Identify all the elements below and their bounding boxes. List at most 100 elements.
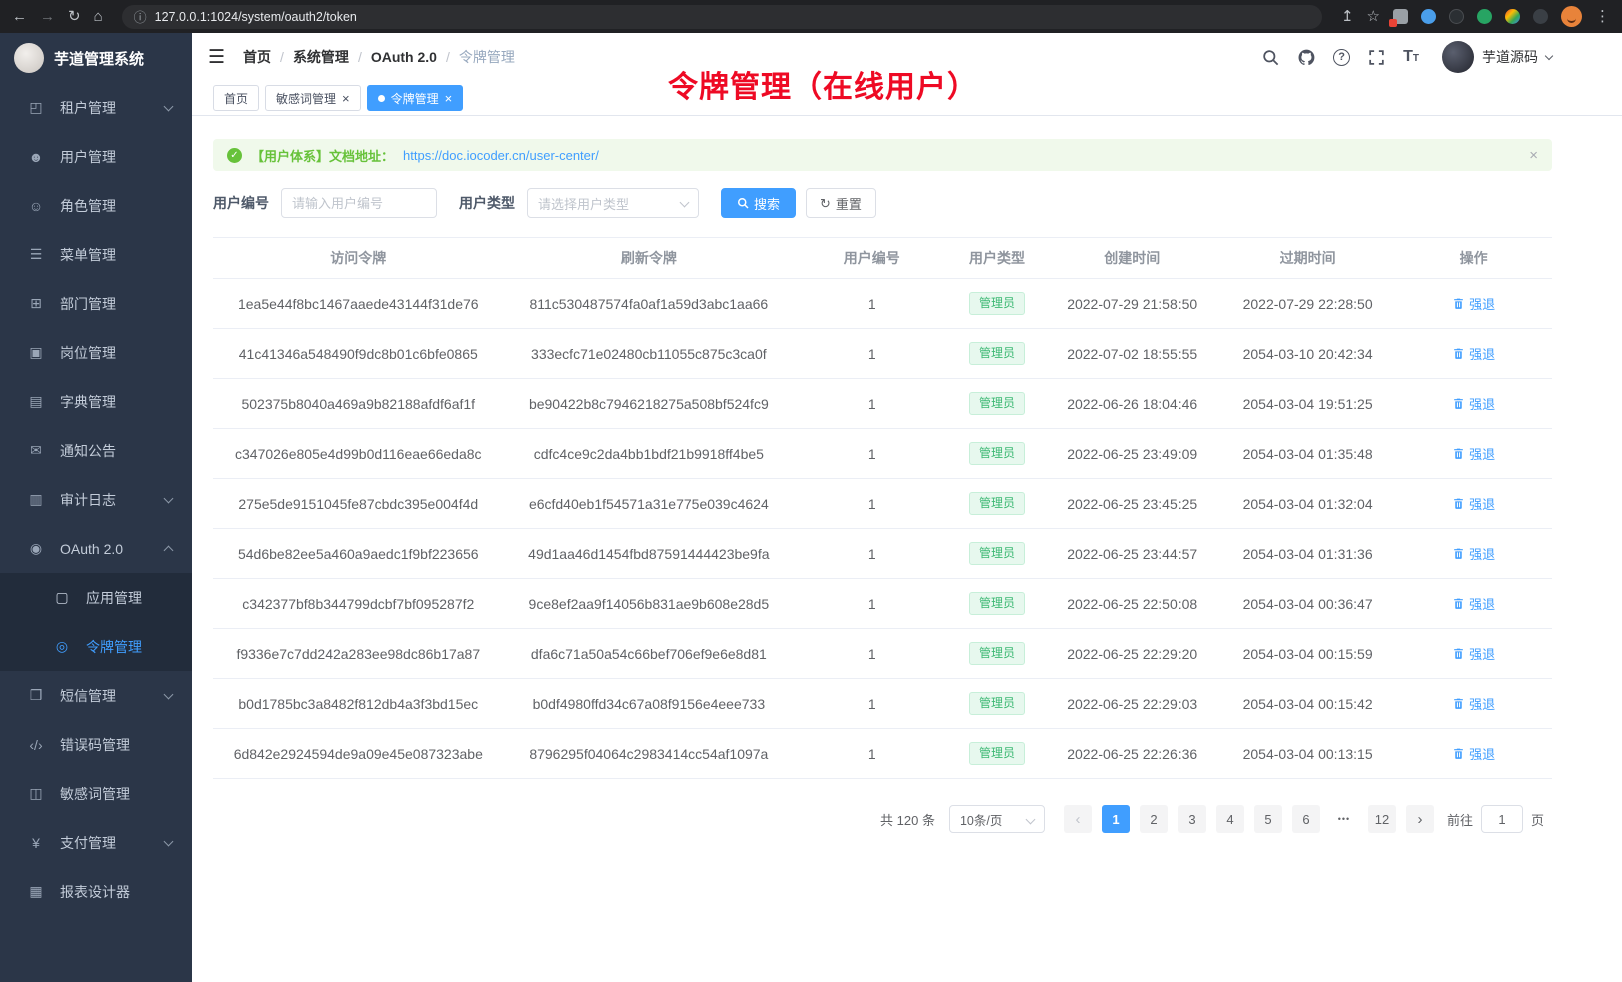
- cell-access-token: c347026e805e4d99b0d116eae66eda8c: [213, 429, 504, 479]
- sidebar-item-errorcode[interactable]: ‹/›错误码管理: [0, 720, 192, 769]
- pagination-ellipsis[interactable]: •••: [1330, 805, 1358, 833]
- force-logout-label: 强退: [1469, 394, 1495, 413]
- back-icon[interactable]: ←: [12, 9, 27, 24]
- column-header: 操作: [1395, 238, 1552, 279]
- page-button-6[interactable]: 6: [1292, 805, 1320, 833]
- doc-alert: ✓ 【用户体系】文档地址： https://doc.iocoder.cn/use…: [213, 139, 1552, 171]
- sidebar-item-tenant[interactable]: ◰租户管理: [0, 83, 192, 132]
- force-logout-link[interactable]: 强退: [1452, 744, 1495, 763]
- prev-page-button[interactable]: ‹: [1064, 805, 1092, 833]
- page-button-1[interactable]: 1: [1102, 805, 1130, 833]
- sidebar-item-audit[interactable]: ▥审计日志: [0, 475, 192, 524]
- user-id-input[interactable]: [281, 188, 437, 218]
- home-icon[interactable]: ⌂: [94, 9, 103, 24]
- page-size-select[interactable]: 10条/页: [949, 805, 1045, 833]
- sidebar-item-menu[interactable]: ☰菜单管理: [0, 230, 192, 279]
- alert-close-icon[interactable]: ×: [1529, 148, 1538, 163]
- breadcrumb-item[interactable]: 系统管理: [293, 47, 349, 67]
- force-logout-link[interactable]: 强退: [1452, 694, 1495, 713]
- doc-link[interactable]: https://doc.iocoder.cn/user-center/: [403, 148, 599, 163]
- hamburger-icon[interactable]: ☰: [208, 46, 225, 69]
- force-logout-link[interactable]: 强退: [1452, 544, 1495, 563]
- sidebar-item-sms[interactable]: ❒短信管理: [0, 671, 192, 720]
- reload-icon[interactable]: ↻: [68, 9, 81, 24]
- extension-icon-4[interactable]: [1477, 9, 1492, 24]
- tab-sensitive-word[interactable]: 敏感词管理×: [265, 85, 361, 111]
- page-button-4[interactable]: 4: [1216, 805, 1244, 833]
- app-logo[interactable]: 芋道管理系统: [0, 33, 192, 83]
- page-button-12[interactable]: 12: [1368, 805, 1396, 833]
- sidebar-item-report[interactable]: ▦报表设计器: [0, 867, 192, 916]
- github-icon[interactable]: [1297, 48, 1316, 67]
- tab-token[interactable]: 令牌管理×: [367, 85, 464, 111]
- force-logout-link[interactable]: 强退: [1452, 394, 1495, 413]
- cell-user-type: 管理员: [949, 529, 1044, 579]
- user-type-select[interactable]: 请选择用户类型: [527, 188, 699, 218]
- sidebar-item-pay[interactable]: ¥支付管理: [0, 818, 192, 867]
- user-avatar: [1442, 41, 1474, 73]
- extension-icon-6[interactable]: [1533, 9, 1548, 24]
- tab-close-icon[interactable]: ×: [342, 92, 350, 105]
- user-type-placeholder: 请选择用户类型: [538, 194, 629, 213]
- browser-profile-avatar[interactable]: [1561, 6, 1582, 27]
- cell-user-id: 1: [794, 479, 949, 529]
- force-logout-link[interactable]: 强退: [1452, 344, 1495, 363]
- extension-icon-2[interactable]: [1421, 9, 1436, 24]
- sidebar-item-token[interactable]: ◎令牌管理: [0, 622, 192, 671]
- force-logout-link[interactable]: 强退: [1452, 444, 1495, 463]
- cell-create-time: 2022-06-25 22:29:20: [1045, 629, 1220, 679]
- address-bar[interactable]: ⓘ 127.0.0.1:1024/system/oauth2/token: [122, 5, 1322, 29]
- search-button[interactable]: 搜索: [721, 188, 796, 218]
- force-logout-link[interactable]: 强退: [1452, 644, 1495, 663]
- refresh-icon: ↻: [820, 197, 831, 210]
- bookmark-star-icon[interactable]: ☆: [1367, 9, 1380, 24]
- force-logout-link[interactable]: 强退: [1452, 494, 1495, 513]
- user-menu[interactable]: 芋道源码: [1442, 41, 1552, 73]
- select-caret-icon: [680, 198, 690, 208]
- sidebar-item-post[interactable]: ▣岗位管理: [0, 328, 192, 377]
- breadcrumb-item[interactable]: OAuth 2.0: [371, 49, 437, 65]
- extension-icon-1[interactable]: [1393, 9, 1408, 24]
- extension-icon-3[interactable]: [1449, 9, 1464, 24]
- tab-close-icon[interactable]: ×: [445, 92, 453, 105]
- sidebar-item-notice[interactable]: ✉通知公告: [0, 426, 192, 475]
- goto-page-input[interactable]: [1481, 805, 1523, 833]
- sidebar-item-dict[interactable]: ▤字典管理: [0, 377, 192, 426]
- sidebar-item-app[interactable]: ▢应用管理: [0, 573, 192, 622]
- extension-icon-5[interactable]: [1505, 9, 1520, 24]
- share-icon[interactable]: ↥: [1341, 9, 1354, 24]
- cell-actions: 强退: [1395, 629, 1552, 679]
- site-info-icon[interactable]: ⓘ: [134, 7, 147, 26]
- sidebar-item-oauth[interactable]: ◉OAuth 2.0: [0, 524, 192, 573]
- search-icon[interactable]: [1261, 48, 1280, 67]
- token-table: 访问令牌刷新令牌用户编号用户类型创建时间过期时间操作 1ea5e44f8bc14…: [213, 237, 1552, 779]
- sidebar-item-dept[interactable]: ⊞部门管理: [0, 279, 192, 328]
- tab-home[interactable]: 首页: [213, 85, 259, 111]
- page-button-3[interactable]: 3: [1178, 805, 1206, 833]
- next-page-button[interactable]: ›: [1406, 805, 1434, 833]
- sidebar-item-label: 审计日志: [60, 490, 165, 510]
- cell-create-time: 2022-06-25 22:50:08: [1045, 579, 1220, 629]
- table-row: 275e5de9151045fe87cbdc395e004f4de6cfd40e…: [213, 479, 1552, 529]
- sidebar-item-user[interactable]: ☻用户管理: [0, 132, 192, 181]
- browser-menu-icon[interactable]: ⋮: [1595, 9, 1610, 24]
- cell-refresh-token: 333ecfc71e02480cb11055c875c3ca0f: [504, 329, 795, 379]
- font-size-icon[interactable]: TT: [1403, 49, 1419, 65]
- reset-button[interactable]: ↻ 重置: [806, 188, 876, 218]
- help-icon[interactable]: ?: [1333, 49, 1350, 66]
- page-button-2[interactable]: 2: [1140, 805, 1168, 833]
- force-logout-label: 强退: [1469, 644, 1495, 663]
- force-logout-link[interactable]: 强退: [1452, 294, 1495, 313]
- page-button-5[interactable]: 5: [1254, 805, 1282, 833]
- force-logout-link[interactable]: 强退: [1452, 594, 1495, 613]
- cell-user-id: 1: [794, 429, 949, 479]
- annotation-text: 令牌管理（在线用户）: [668, 62, 978, 106]
- sidebar-item-sensitiveword[interactable]: ◫敏感词管理: [0, 769, 192, 818]
- fullscreen-icon[interactable]: [1367, 48, 1386, 67]
- breadcrumb-item[interactable]: 首页: [243, 47, 271, 67]
- cell-refresh-token: dfa6c71a50a54c66bef706ef9e6e8d81: [504, 629, 795, 679]
- cell-expire-time: 2054-03-04 01:31:36: [1220, 529, 1395, 579]
- sidebar-item-role[interactable]: ☺角色管理: [0, 181, 192, 230]
- forward-icon[interactable]: →: [40, 9, 55, 24]
- sidebar-item-label: 租户管理: [60, 98, 165, 118]
